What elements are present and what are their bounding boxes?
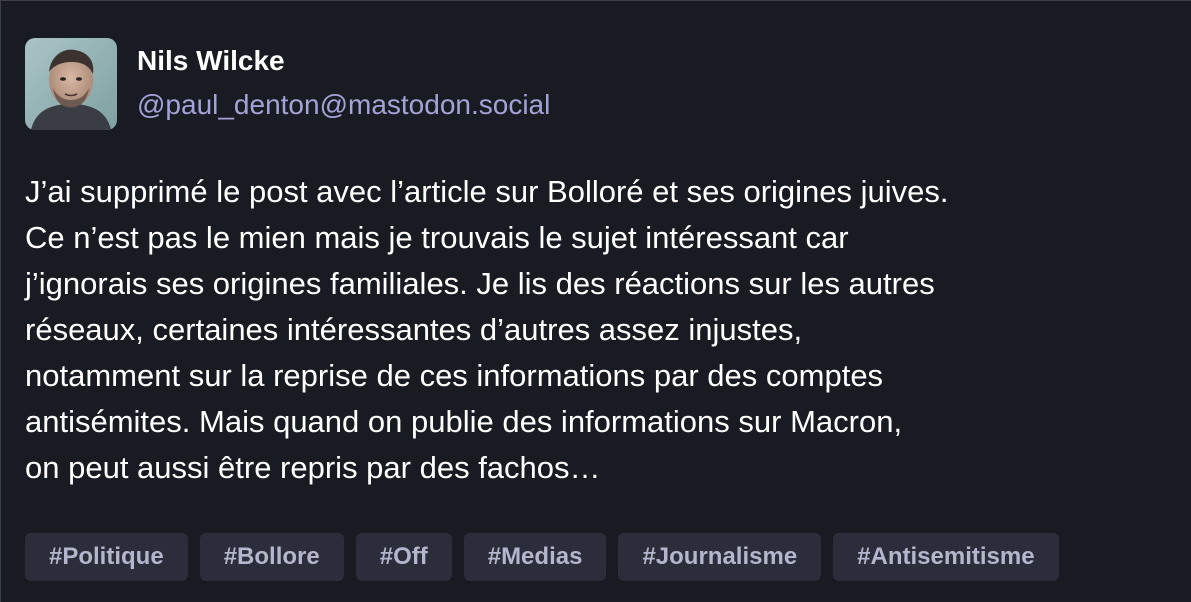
post-line: Ce n’est pas le mien mais je trouvais le… [25,220,849,255]
post-line: j’ignorais ses origines familiales. Je l… [25,266,935,301]
hashtag-list: #Politique #Bollore #Off #Medias #Journa… [25,533,1059,581]
display-name[interactable]: Nils Wilcke [137,43,285,79]
avatar-image [25,38,117,130]
post-line: on peut aussi être repris par des fachos… [25,450,601,485]
post-content: J’ai supprimé le post avec l’article sur… [25,169,1175,491]
hashtag-medias[interactable]: #Medias [463,533,607,581]
post-card: Nils Wilcke @paul_denton@mastodon.social… [0,0,1191,602]
post-line: antisémites. Mais quand on publie des in… [25,404,903,439]
hashtag-journalisme[interactable]: #Journalisme [618,533,822,581]
post-line: notamment sur la reprise de ces informat… [25,358,884,393]
hashtag-off[interactable]: #Off [355,533,452,581]
hashtag-bollore[interactable]: #Bollore [199,533,344,581]
hashtag-politique[interactable]: #Politique [25,533,188,581]
post-line: réseaux, certaines intéressantes d’autre… [25,312,803,347]
hashtag-antisemitisme[interactable]: #Antisemitisme [833,533,1059,581]
avatar[interactable] [25,38,117,130]
account-handle[interactable]: @paul_denton@mastodon.social [137,87,550,123]
post-line: J’ai supprimé le post avec l’article sur… [25,174,949,209]
